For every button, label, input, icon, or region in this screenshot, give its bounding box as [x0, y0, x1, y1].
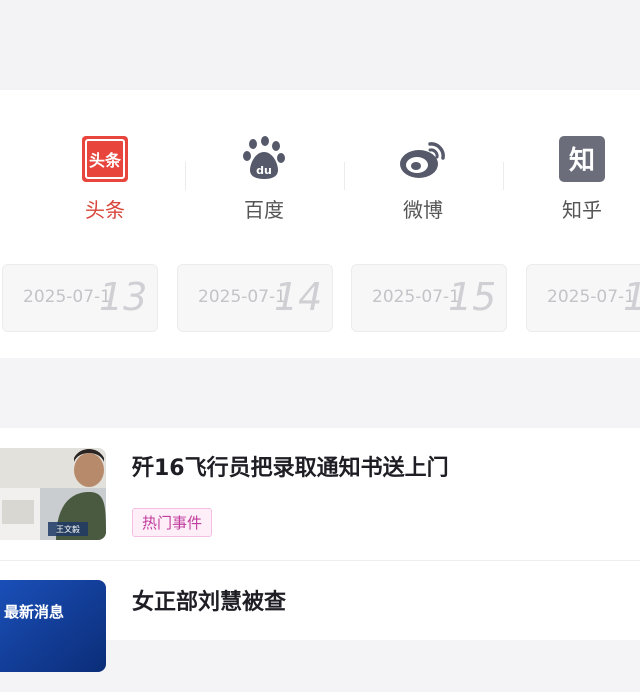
thumbnail-caption: 王文毅	[56, 524, 80, 534]
toutiao-icon: 头条	[80, 134, 130, 184]
zhihu-icon-text: 知	[569, 146, 595, 176]
platform-tab-baidu[interactable]: du 百度	[209, 134, 319, 234]
platform-label-weibo: 微博	[403, 198, 443, 222]
date-card-day: 1	[623, 275, 640, 319]
date-card-day: 14	[274, 275, 323, 319]
date-card-date: 2025-07-1	[198, 287, 286, 307]
news-title[interactable]: 歼16飞行员把录取通知书送上门	[132, 450, 449, 482]
date-card-day: 15	[448, 275, 497, 319]
date-card-day: 13	[99, 275, 148, 319]
news-thumbnail: 最新消息	[0, 580, 106, 672]
platform-divider	[503, 162, 504, 190]
platform-tab-toutiao[interactable]: 头条 头条	[50, 134, 160, 234]
top-bar	[0, 0, 640, 90]
date-card[interactable]: 2025-07-1 14	[177, 264, 333, 332]
date-card[interactable]: 2025-07-1 13	[2, 264, 158, 332]
baidu-icon-text: du	[256, 164, 272, 177]
news-thumbnail: 王文毅	[0, 448, 106, 540]
platform-label-baidu: 百度	[244, 198, 284, 222]
platform-tab-zhihu[interactable]: 知 知乎	[527, 134, 637, 234]
news-list: 王文毅 歼16飞行员把录取通知书送上门 热门事件 最新消息 女正部刘慧被查	[0, 428, 640, 672]
news-item[interactable]: 王文毅 歼16飞行员把录取通知书送上门 热门事件	[0, 428, 640, 561]
news-title[interactable]: 女正部刘慧被查	[132, 584, 286, 616]
platform-tabs: 头条 头条 du 百度 微博 知 知乎 2025-07-1 13 2025-07…	[0, 90, 640, 358]
weibo-icon	[398, 134, 448, 184]
platform-tab-weibo[interactable]: 微博	[368, 134, 478, 234]
platform-divider	[344, 162, 345, 190]
date-card-date: 2025-07-1	[23, 287, 111, 307]
platform-label-zhihu: 知乎	[562, 198, 602, 222]
date-card[interactable]: 2025-07-1 15	[351, 264, 507, 332]
news-item[interactable]: 最新消息 女正部刘慧被查	[0, 560, 640, 692]
platform-label-toutiao: 头条	[85, 198, 125, 222]
platform-divider	[185, 162, 186, 190]
toutiao-icon-text: 头条	[89, 151, 122, 170]
date-card-date: 2025-07-1	[372, 287, 460, 307]
baidu-paw-icon: du	[239, 134, 289, 184]
date-card-date: 2025-07-1	[547, 287, 635, 307]
news-tag: 热门事件	[132, 508, 213, 537]
thumbnail-caption: 最新消息	[4, 603, 64, 621]
zhihu-icon: 知	[557, 134, 607, 184]
date-card[interactable]: 2025-07-1 1	[526, 264, 640, 332]
